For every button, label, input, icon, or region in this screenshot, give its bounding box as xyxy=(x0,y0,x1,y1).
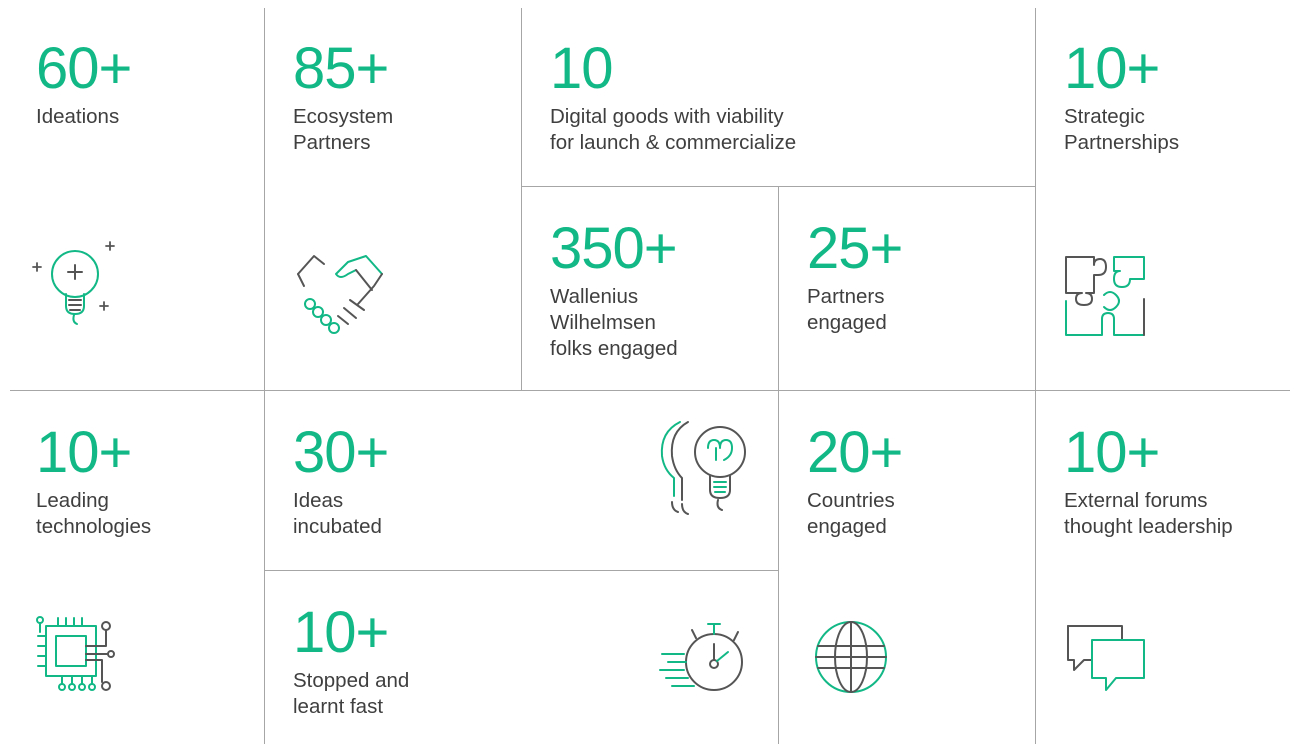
circuit-chip-icon xyxy=(36,612,118,694)
stat-label: Ideations xyxy=(36,105,120,128)
stat-value: 30+ xyxy=(293,420,389,485)
divider-v-4 xyxy=(1035,8,1036,744)
divider-h-main xyxy=(10,390,1290,391)
stat-ecosystem-partners: 85+ Ecosystem Partners xyxy=(293,40,393,156)
stat-value: 25+ xyxy=(807,216,903,281)
stat-label: Strategic Partnerships xyxy=(1064,105,1180,154)
stat-external-forums: 10+ External forums thought leadership xyxy=(1064,424,1233,540)
stat-value: 10+ xyxy=(36,420,132,485)
stat-value: 10+ xyxy=(293,600,389,665)
stat-value: 60+ xyxy=(36,36,132,101)
stat-strategic-partnerships: 10+ Strategic Partnerships xyxy=(1064,40,1179,156)
stat-label: External forums thought leadership xyxy=(1064,489,1233,538)
stat-label: Leading technologies xyxy=(36,489,152,538)
stat-value: 85+ xyxy=(293,36,389,101)
stat-countries-engaged: 20+ Countries engaged xyxy=(807,420,903,540)
stat-label: Ideas incubated xyxy=(293,489,382,538)
stat-label: Wallenius Wilhelmsen folks engaged xyxy=(550,285,678,360)
stat-value: 20+ xyxy=(807,420,903,485)
stat-leading-technologies: 10+ Leading technologies xyxy=(36,424,151,540)
stat-label: Digital goods with viability for launch … xyxy=(550,105,797,154)
stopwatch-speed-icon xyxy=(656,618,750,700)
stat-label: Countries engaged xyxy=(807,489,895,538)
stat-ideas-incubated: 30+ Ideas incubated xyxy=(293,420,389,540)
stat-value: 10+ xyxy=(1064,420,1160,485)
stat-partners-engaged: 25+ Partners engaged xyxy=(807,216,903,336)
stat-stopped-learnt-fast: 10+ Stopped and learnt fast xyxy=(293,604,409,720)
stat-label: Partners engaged xyxy=(807,285,887,334)
divider-v-2 xyxy=(521,8,522,390)
chat-bubbles-icon xyxy=(1066,622,1150,698)
divider-h-bottom-mid xyxy=(264,570,778,571)
stat-digital-goods: 10 Digital goods with viability for laun… xyxy=(550,40,796,156)
handshake-icon xyxy=(294,252,386,338)
lightbulb-plus-icon xyxy=(30,236,120,336)
divider-v-1 xyxy=(264,8,265,744)
stat-ideations: 60+ Ideations xyxy=(36,36,132,130)
puzzle-icon xyxy=(1064,255,1148,339)
divider-h-top-mid xyxy=(521,186,1035,187)
stat-label: Stopped and learnt fast xyxy=(293,669,410,718)
lightbulbs-stack-icon xyxy=(656,416,748,520)
stat-folks-engaged: 350+ Wallenius Wilhelmsen folks engaged xyxy=(550,220,678,362)
divider-v-3 xyxy=(778,186,779,744)
globe-icon xyxy=(812,618,890,696)
stat-value: 350+ xyxy=(550,216,678,281)
stat-label: Ecosystem Partners xyxy=(293,105,394,154)
stat-value: 10+ xyxy=(1064,36,1160,101)
stat-value: 10 xyxy=(550,36,614,101)
